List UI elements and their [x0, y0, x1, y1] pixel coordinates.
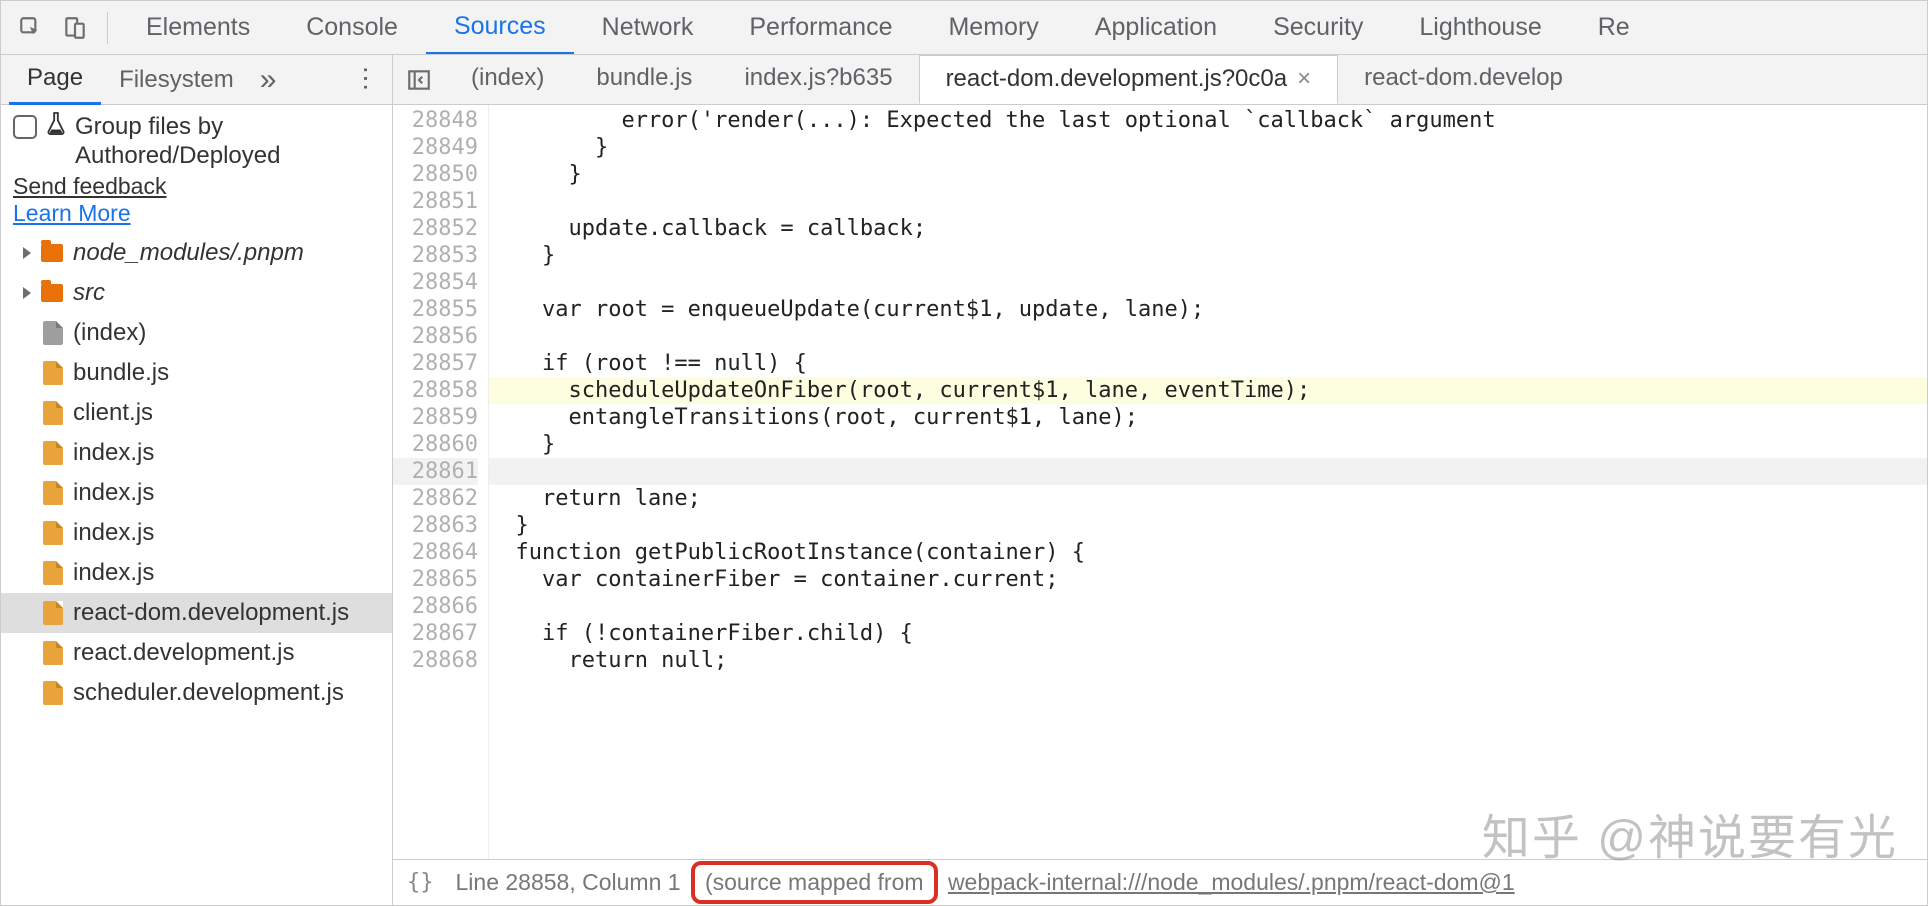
sidebar-tab-filesystem[interactable]: Filesystem — [101, 55, 252, 105]
tab-recorder[interactable]: Re — [1570, 1, 1658, 55]
file-tab[interactable]: react-dom.develop — [1338, 55, 1589, 105]
tree-file[interactable]: react.development.js — [1, 633, 392, 673]
tree-file[interactable]: index.js — [1, 433, 392, 473]
pretty-print-icon[interactable]: {} — [407, 870, 434, 895]
file-icon — [43, 521, 63, 545]
tab-lighthouse[interactable]: Lighthouse — [1391, 1, 1569, 55]
tab-nav-prev-icon[interactable] — [399, 60, 439, 100]
tree-label: (index) — [73, 319, 146, 347]
caret-icon — [23, 247, 31, 259]
learn-more-link[interactable]: Learn More — [1, 200, 392, 227]
file-icon — [43, 601, 63, 625]
editor-statusbar: {} Line 28858, Column 1 (source mapped f… — [393, 859, 1927, 905]
code-editor[interactable]: 2884828849288502885128852288532885428855… — [393, 105, 1927, 859]
tab-memory[interactable]: Memory — [920, 1, 1066, 55]
code-content[interactable]: error('render(...): Expected the last op… — [489, 105, 1927, 859]
group-files-checkbox[interactable] — [13, 115, 37, 139]
file-tab[interactable]: (index) — [445, 55, 570, 105]
tab-security[interactable]: Security — [1245, 1, 1391, 55]
tree-label: node_modules/.pnpm — [73, 239, 304, 267]
tree-label: index.js — [73, 559, 154, 587]
file-tab[interactable]: index.js?b635 — [718, 55, 918, 105]
file-tab-active[interactable]: react-dom.development.js?0c0a × — [919, 55, 1339, 105]
tree-label: bundle.js — [73, 359, 169, 387]
file-icon — [43, 361, 63, 385]
tree-label: scheduler.development.js — [73, 679, 344, 707]
group-files-label: Group files byAuthored/Deployed — [75, 113, 280, 171]
flask-icon — [45, 111, 67, 137]
folder-icon — [41, 284, 63, 302]
source-mapped-link[interactable]: webpack-internal:///node_modules/.pnpm/r… — [948, 869, 1515, 896]
sidebar-menu-icon[interactable]: ⋯ — [351, 66, 382, 94]
file-tree: node_modules/.pnpm src (index) bundle.js — [1, 233, 392, 905]
cursor-position: Line 28858, Column 1 — [456, 869, 681, 896]
file-icon — [43, 481, 63, 505]
sidebar-tab-page[interactable]: Page — [9, 55, 101, 105]
tree-file[interactable]: index.js — [1, 553, 392, 593]
send-feedback-link[interactable]: Send feedback — [1, 173, 392, 200]
editor-area: (index) bundle.js index.js?b635 react-do… — [393, 55, 1927, 905]
tree-file[interactable]: scheduler.development.js — [1, 673, 392, 713]
tree-label: react.development.js — [73, 639, 294, 667]
tree-file[interactable]: bundle.js — [1, 353, 392, 393]
file-icon — [43, 401, 63, 425]
tree-label: client.js — [73, 399, 153, 427]
tab-sources[interactable]: Sources — [426, 1, 574, 55]
tab-performance[interactable]: Performance — [721, 1, 920, 55]
tree-label: index.js — [73, 439, 154, 467]
file-icon — [43, 321, 63, 345]
tree-label: index.js — [73, 479, 154, 507]
tree-file[interactable]: client.js — [1, 393, 392, 433]
tab-console[interactable]: Console — [278, 1, 426, 55]
file-tab[interactable]: bundle.js — [570, 55, 718, 105]
sidebar-tabbar: Page Filesystem » ⋯ — [1, 55, 392, 105]
separator — [107, 12, 108, 44]
tree-folder-node-modules[interactable]: node_modules/.pnpm — [1, 233, 392, 273]
line-gutter: 2884828849288502885128852288532885428855… — [393, 105, 489, 859]
tree-file-selected[interactable]: react-dom.development.js — [1, 593, 392, 633]
sources-sidebar: Page Filesystem » ⋯ Group files byAuthor… — [1, 55, 393, 905]
file-icon — [43, 561, 63, 585]
tree-file[interactable]: (index) — [1, 313, 392, 353]
close-icon[interactable]: × — [1297, 65, 1311, 93]
tree-label: react-dom.development.js — [73, 599, 349, 627]
tab-elements[interactable]: Elements — [118, 1, 278, 55]
file-icon — [43, 441, 63, 465]
file-tab-label: react-dom.development.js?0c0a — [946, 65, 1288, 93]
tab-application[interactable]: Application — [1067, 1, 1245, 55]
tree-label: index.js — [73, 519, 154, 547]
group-files-experiment: Group files byAuthored/Deployed — [1, 105, 392, 173]
tree-file[interactable]: index.js — [1, 473, 392, 513]
caret-icon — [23, 287, 31, 299]
folder-icon — [41, 244, 63, 262]
source-mapped-label: (source mapped from — [691, 861, 938, 904]
tab-network[interactable]: Network — [574, 1, 722, 55]
tree-folder-src[interactable]: src — [1, 273, 392, 313]
file-tabbar: (index) bundle.js index.js?b635 react-do… — [393, 55, 1927, 105]
device-toggle-icon[interactable] — [53, 6, 97, 50]
tree-file[interactable]: index.js — [1, 513, 392, 553]
file-icon — [43, 681, 63, 705]
sidebar-more-icon[interactable]: » — [260, 63, 277, 97]
file-icon — [43, 641, 63, 665]
tree-label: src — [73, 279, 105, 307]
inspect-icon[interactable] — [9, 6, 53, 50]
devtools-main-tabbar: Elements Console Sources Network Perform… — [1, 1, 1927, 55]
